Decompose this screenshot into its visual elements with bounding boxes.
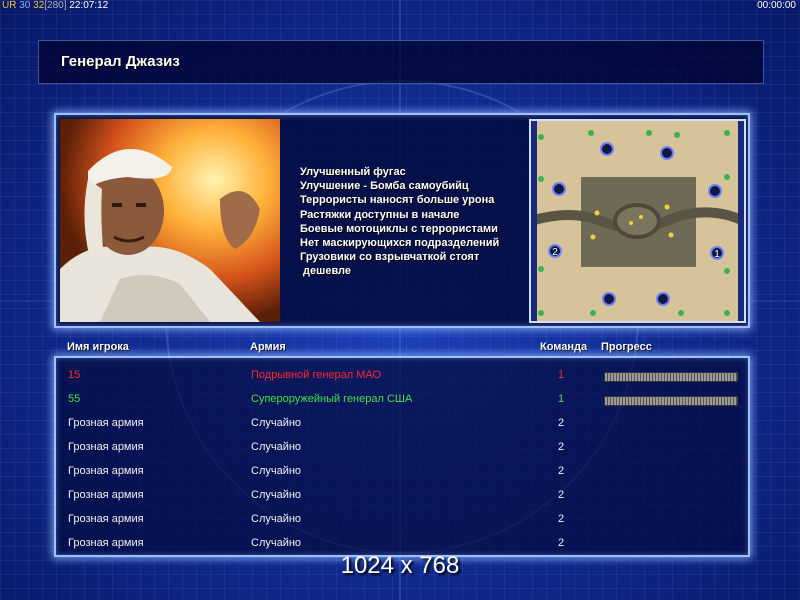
map-slot-left: 2	[552, 247, 558, 258]
table-row: 15 Подрывной генерал МАО 1	[56, 365, 748, 385]
progress-bar	[604, 396, 738, 406]
column-header-army: Армия	[250, 341, 286, 353]
map-slot-right: 1	[714, 249, 720, 260]
perk-item: Боевые мотоциклы с террористами	[300, 222, 498, 235]
table-row: 55 Супероружейный генерал США 1	[56, 389, 748, 409]
fps-counter: UR 30 32[280] 22:07:12	[2, 0, 108, 12]
fps-label: UR	[2, 0, 17, 11]
table-row: Грозная армия Случайно 2	[56, 461, 748, 481]
perk-item: Нет маскирующихся подразделений	[300, 237, 500, 250]
header-panel: Генерал Джазиз	[38, 40, 764, 84]
general-portrait-art	[60, 119, 280, 322]
player-army: Случайно	[251, 441, 302, 453]
player-army: Подрывной генерал МАО	[251, 369, 382, 381]
fps-value-3: [280]	[44, 0, 67, 11]
general-info-panel: Улучшенный фугас Улучшение - Бомба самоу…	[54, 113, 750, 328]
player-army: Супероружейный генерал США	[251, 393, 413, 405]
column-header-player-name: Имя игрока	[67, 341, 129, 353]
progress-bar	[604, 372, 738, 382]
general-title: Генерал Джазиз	[61, 53, 180, 70]
player-name: 15	[68, 369, 81, 381]
player-name: Грозная армия	[68, 537, 144, 549]
player-team: 2	[558, 537, 565, 549]
player-team: 2	[558, 417, 565, 429]
perk-item: дешевле	[300, 265, 352, 278]
table-row: Грозная армия Случайно 2	[56, 437, 748, 457]
table-row: Грозная армия Случайно 2	[56, 413, 748, 433]
perk-item: Растяжки доступны в начале	[300, 208, 460, 221]
player-army: Случайно	[251, 489, 302, 501]
player-name: Грозная армия	[68, 489, 144, 501]
player-name: Грозная армия	[68, 513, 144, 525]
general-perks-list: Улучшенный фугас Улучшение - Бомба самоу…	[300, 165, 499, 279]
game-timer: 00:00:00	[757, 0, 796, 11]
player-team: 2	[558, 465, 565, 477]
player-army: Случайно	[251, 417, 302, 429]
player-name: Грозная армия	[68, 465, 144, 477]
player-name: 55	[68, 393, 81, 405]
player-name: Грозная армия	[68, 417, 144, 429]
column-header-progress: Прогресс	[601, 341, 652, 353]
fps-value-2: 32	[33, 0, 45, 11]
perk-item: Грузовики со взрывчаткой стоят	[300, 251, 480, 264]
players-table: 15 Подрывной генерал МАО 1 55 Супероруже…	[54, 356, 750, 557]
player-army: Случайно	[251, 513, 302, 525]
column-header-team: Команда	[540, 341, 588, 353]
table-row: Грозная армия Случайно 2	[56, 485, 748, 505]
fps-value-1: 30	[19, 0, 31, 11]
perk-item: Улучшение - Бомба самоубийц	[300, 180, 469, 193]
player-army: Случайно	[251, 465, 302, 477]
player-team: 2	[558, 513, 565, 525]
table-row: Грозная армия Случайно 2	[56, 509, 748, 529]
top-status-bar: UR 30 32[280] 22:07:12 00:00:00	[0, 0, 800, 12]
general-portrait	[60, 119, 280, 322]
perk-item: Террористы наносят больше урона	[300, 194, 495, 207]
perk-item: Улучшенный фугас	[300, 166, 406, 178]
map-preview[interactable]: 2 1	[529, 119, 746, 323]
table-row: Грозная армия Случайно 2	[56, 533, 748, 553]
player-name: Грозная армия	[68, 441, 144, 453]
player-team: 1	[558, 393, 565, 405]
map-terrain: 2 1	[531, 121, 744, 321]
resolution-label: 1024 x 768	[340, 552, 460, 579]
player-army: Случайно	[251, 537, 302, 549]
player-team: 2	[558, 489, 565, 501]
system-clock: 22:07:12	[69, 0, 109, 11]
player-team: 1	[558, 369, 565, 381]
player-team: 2	[558, 441, 565, 453]
